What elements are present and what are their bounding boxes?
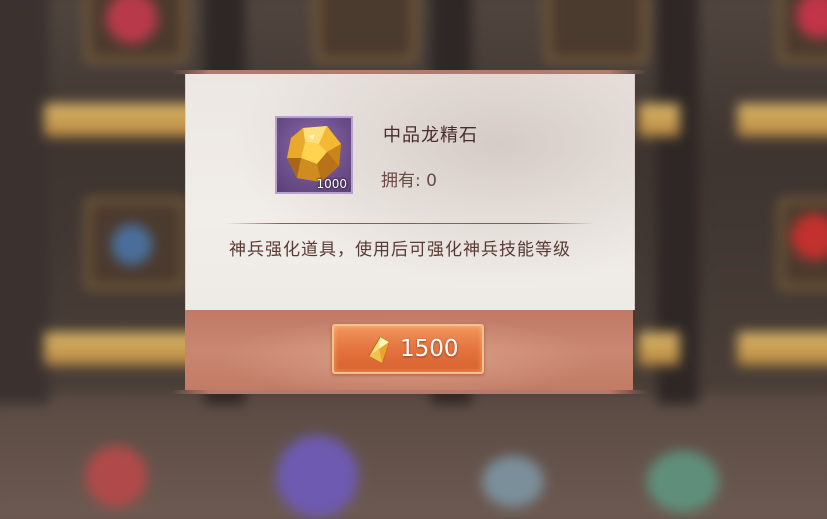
divider bbox=[226, 223, 594, 224]
item-info-dialog: 1000 中品龙精石 拥有: 0 神兵强化道具，使用后可强化神兵技能等级 150… bbox=[171, 70, 647, 394]
owned-count: 拥有: 0 bbox=[381, 171, 437, 191]
buy-price: 1500 bbox=[400, 336, 459, 362]
gold-crystal-icon bbox=[368, 336, 390, 364]
item-icon-frame: 1000 bbox=[275, 116, 353, 194]
item-stack-count: 1000 bbox=[316, 177, 347, 191]
item-description: 神兵强化道具，使用后可强化神兵技能等级 bbox=[229, 240, 571, 260]
dialog-body: 1000 中品龙精石 拥有: 0 神兵强化道具，使用后可强化神兵技能等级 bbox=[185, 74, 635, 310]
scroll-rod-bottom bbox=[171, 390, 647, 394]
game-screen: 1000 中品龙精石 拥有: 0 神兵强化道具，使用后可强化神兵技能等级 150… bbox=[0, 0, 827, 519]
item-name: 中品龙精石 bbox=[383, 125, 478, 146]
buy-button[interactable]: 1500 bbox=[332, 324, 484, 374]
